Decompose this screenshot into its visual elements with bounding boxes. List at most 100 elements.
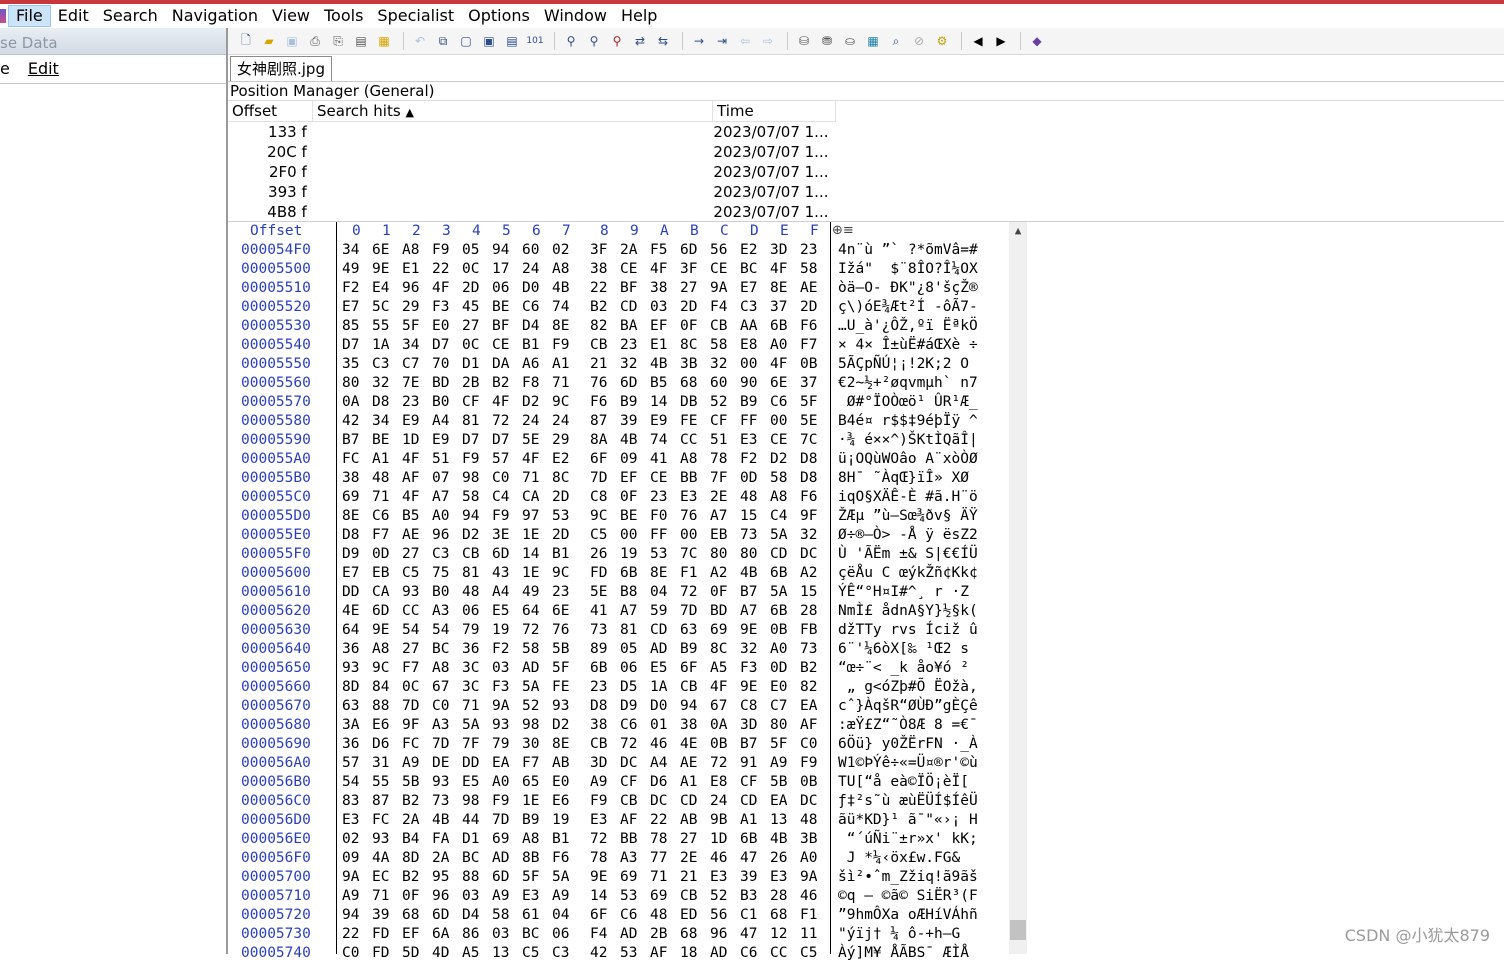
hex-byte[interactable]: 0C [402,678,419,697]
hex-byte[interactable]: DD [462,754,479,773]
hex-byte[interactable]: 14 [590,887,607,906]
hex-byte[interactable]: 6B [740,830,757,849]
hex-byte[interactable]: E0 [432,317,449,336]
hex-byte[interactable]: BC [432,640,449,659]
hex-byte[interactable]: CE [650,469,667,488]
hex-byte[interactable]: 43 [492,564,509,583]
hex-byte[interactable]: B1 [552,830,569,849]
hex-byte[interactable]: 8C [552,469,569,488]
hex-byte[interactable]: B2 [402,868,419,887]
hex-byte[interactable]: 98 [522,716,539,735]
hex-byte[interactable]: BF [620,279,637,298]
hex-byte[interactable]: 72 [522,621,539,640]
hex-text[interactable]: 5ÃÇpÑÚ¦¡!2K;2 O [838,355,969,374]
hex-byte[interactable]: 29 [402,298,419,317]
hex-byte[interactable]: 4F [432,279,449,298]
hex-byte[interactable]: 57 [492,450,509,469]
hex-byte[interactable]: 5F [522,868,539,887]
hex-byte[interactable]: BE [372,431,389,450]
hex-byte[interactable]: 82 [800,678,817,697]
hex-byte[interactable]: 00 [620,526,637,545]
hex-byte[interactable]: EA [492,754,509,773]
hex-byte[interactable]: 5F [552,659,569,678]
column-settings-icon[interactable]: ⊕≡ [832,223,854,238]
hex-byte[interactable]: C0 [432,697,449,716]
hex-byte[interactable]: F6 [590,393,607,412]
hex-byte[interactable]: 80 [770,716,787,735]
hex-byte[interactable]: F4 [710,298,727,317]
hex-byte[interactable]: 98 [462,469,479,488]
hex-byte[interactable]: 1E [522,564,539,583]
hex-byte[interactable]: 6D [492,868,509,887]
hex-byte[interactable]: 0A [342,393,359,412]
hex-byte[interactable]: 09 [342,849,359,868]
hex-byte[interactable]: 19 [552,811,569,830]
hex-byte[interactable]: 94 [462,507,479,526]
hex-byte[interactable]: CE [710,260,727,279]
hex-byte[interactable]: E1 [650,336,667,355]
hex-byte[interactable]: 69 [620,868,637,887]
hex-byte[interactable]: E7 [740,279,757,298]
hex-byte[interactable]: ED [680,906,697,925]
hex-byte[interactable]: 91 [740,754,757,773]
hex-text[interactable]: òä–O- ÐK"¿8'šçŽ® [838,279,978,298]
hex-byte[interactable]: 74 [552,298,569,317]
hex-byte[interactable]: F2 [342,279,359,298]
hex-byte[interactable]: 51 [710,431,727,450]
hex-byte[interactable]: F1 [800,906,817,925]
hex-byte[interactable]: 71 [522,469,539,488]
hex-byte[interactable]: C6 [770,393,787,412]
hex-byte[interactable]: 30 [522,735,539,754]
hex-byte[interactable]: 3C [462,678,479,697]
hex-byte[interactable]: 94 [342,906,359,925]
menu-file[interactable]: File [8,5,51,27]
hex-byte[interactable]: 58 [770,469,787,488]
hex-byte[interactable]: AD [620,925,637,944]
hex-byte[interactable]: 13 [770,811,787,830]
hex-byte[interactable]: 0B [800,773,817,792]
hex-byte[interactable]: 58 [492,906,509,925]
hex-byte[interactable]: E3 [522,887,539,906]
hex-byte[interactable]: A8 [402,241,419,260]
hex-byte[interactable]: E7 [342,564,359,583]
hex-byte[interactable]: B9 [620,393,637,412]
hex-byte[interactable]: AE [402,526,419,545]
print-icon[interactable]: ⎙ [305,31,325,51]
hex-byte[interactable]: E5 [492,602,509,621]
hex-byte[interactable]: 6F [590,906,607,925]
menu-view[interactable]: View [265,5,317,27]
hex-byte[interactable]: 27 [402,545,419,564]
hex-byte[interactable]: 73 [432,792,449,811]
hex-byte[interactable]: 1A [372,336,389,355]
hex-byte[interactable]: F7 [522,754,539,773]
hex-byte[interactable]: 63 [680,621,697,640]
hex-byte[interactable]: 5F [800,393,817,412]
hex-byte[interactable]: 3D [740,716,757,735]
hex-byte[interactable]: 22 [432,260,449,279]
hex-byte[interactable]: 76 [590,374,607,393]
hex-byte[interactable]: 5F [402,317,419,336]
goto-icon[interactable]: → [689,31,709,51]
hex-byte[interactable]: BA [620,317,637,336]
hex-byte[interactable]: CE [492,336,509,355]
table-row[interactable]: 2F0 f 2023/07/07 1... [228,162,836,182]
vertical-scrollbar[interactable]: ▲ [1009,222,1027,954]
hex-byte[interactable]: 46 [650,735,667,754]
column-time[interactable]: Time [713,101,836,121]
hex-byte[interactable]: 88 [462,868,479,887]
hex-byte[interactable]: 2A [402,811,419,830]
hex-byte[interactable]: 93 [492,716,509,735]
hex-byte[interactable]: 47 [740,925,757,944]
hex-byte[interactable]: 81 [462,564,479,583]
hex-byte[interactable]: 5E [800,412,817,431]
drive-icon[interactable]: ⛀ [840,31,860,51]
hex-byte[interactable]: CE [770,431,787,450]
hex-byte[interactable]: CB [462,545,479,564]
hex-byte[interactable]: D9 [342,545,359,564]
hex-byte[interactable]: F2 [492,640,509,659]
hex-byte[interactable]: 56 [710,906,727,925]
hex-byte[interactable]: 78 [650,830,667,849]
hex-byte[interactable]: 39 [740,868,757,887]
hex-byte[interactable]: 34 [342,241,359,260]
hex-byte[interactable]: F7 [800,336,817,355]
